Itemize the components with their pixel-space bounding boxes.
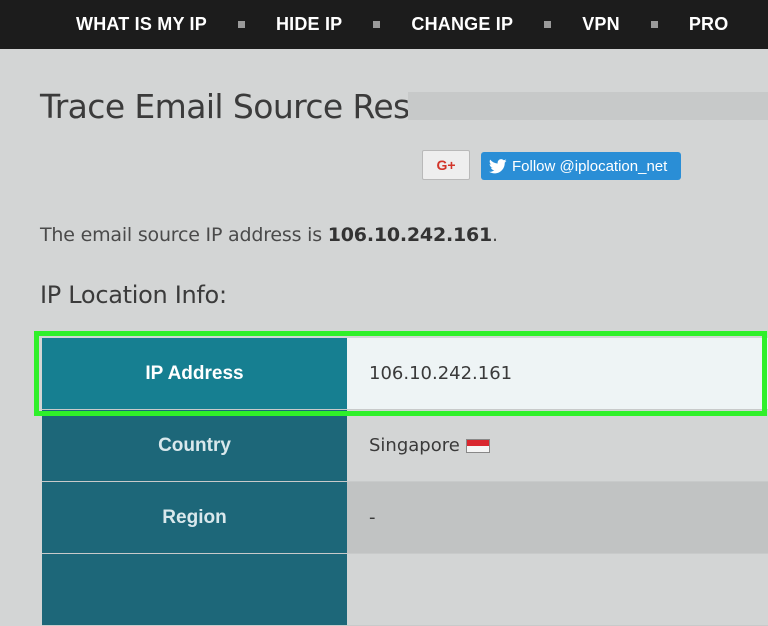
row-value: 106.10.242.161 bbox=[347, 338, 768, 409]
row-label: Region bbox=[42, 482, 347, 553]
ip-location-table: IP Address 106.10.242.161 Country Singap… bbox=[42, 338, 768, 626]
nav-hide-ip[interactable]: HIDE IP bbox=[276, 14, 342, 35]
table-row bbox=[42, 554, 768, 626]
ad-banner-placeholder bbox=[408, 92, 768, 120]
country-name: Singapore bbox=[369, 435, 460, 456]
twitter-follow-button[interactable]: Follow @iplocation_net bbox=[481, 152, 681, 180]
ip-location-info-heading: IP Location Info: bbox=[40, 281, 227, 309]
nav-pro[interactable]: PRO bbox=[689, 14, 729, 35]
nav-what-is-my-ip[interactable]: WHAT IS MY IP bbox=[76, 14, 207, 35]
nav-separator bbox=[373, 21, 381, 28]
nav-separator bbox=[650, 21, 658, 28]
row-value bbox=[347, 554, 768, 625]
nav-vpn[interactable]: VPN bbox=[582, 14, 620, 35]
google-plus-label: G+ bbox=[436, 156, 456, 173]
table-row-region: Region - bbox=[42, 482, 768, 554]
row-label bbox=[42, 554, 347, 625]
row-value: - bbox=[347, 482, 768, 553]
row-value: Singapore bbox=[347, 410, 768, 481]
row-label: IP Address bbox=[42, 338, 347, 409]
table-row-country: Country Singapore bbox=[42, 410, 768, 482]
nav-change-ip[interactable]: CHANGE IP bbox=[411, 14, 513, 35]
main-content: Trace Email Source Result G+ Follow @ipl… bbox=[0, 49, 768, 626]
nav-separator bbox=[237, 21, 245, 28]
row-label: Country bbox=[42, 410, 347, 481]
google-plus-button[interactable]: G+ bbox=[422, 149, 470, 180]
table-row-ip-address: IP Address 106.10.242.161 bbox=[42, 338, 768, 410]
share-buttons: G+ Follow @iplocation_net bbox=[422, 149, 681, 180]
email-source-sentence: The email source IP address is 106.10.24… bbox=[40, 224, 498, 246]
twitter-bird-icon bbox=[489, 158, 507, 173]
twitter-follow-label: Follow @iplocation_net bbox=[512, 157, 668, 175]
top-navigation: WHAT IS MY IP HIDE IP CHANGE IP VPN PRO bbox=[0, 0, 768, 49]
page-title: Trace Email Source Result bbox=[40, 87, 451, 126]
email-source-ip: 106.10.242.161 bbox=[327, 224, 493, 246]
email-source-suffix: . bbox=[492, 224, 498, 246]
email-source-prefix: The email source IP address is bbox=[40, 224, 328, 246]
nav-separator bbox=[544, 21, 552, 28]
singapore-flag-icon bbox=[465, 438, 490, 453]
nav-list: WHAT IS MY IP HIDE IP CHANGE IP VPN PRO bbox=[76, 14, 728, 35]
